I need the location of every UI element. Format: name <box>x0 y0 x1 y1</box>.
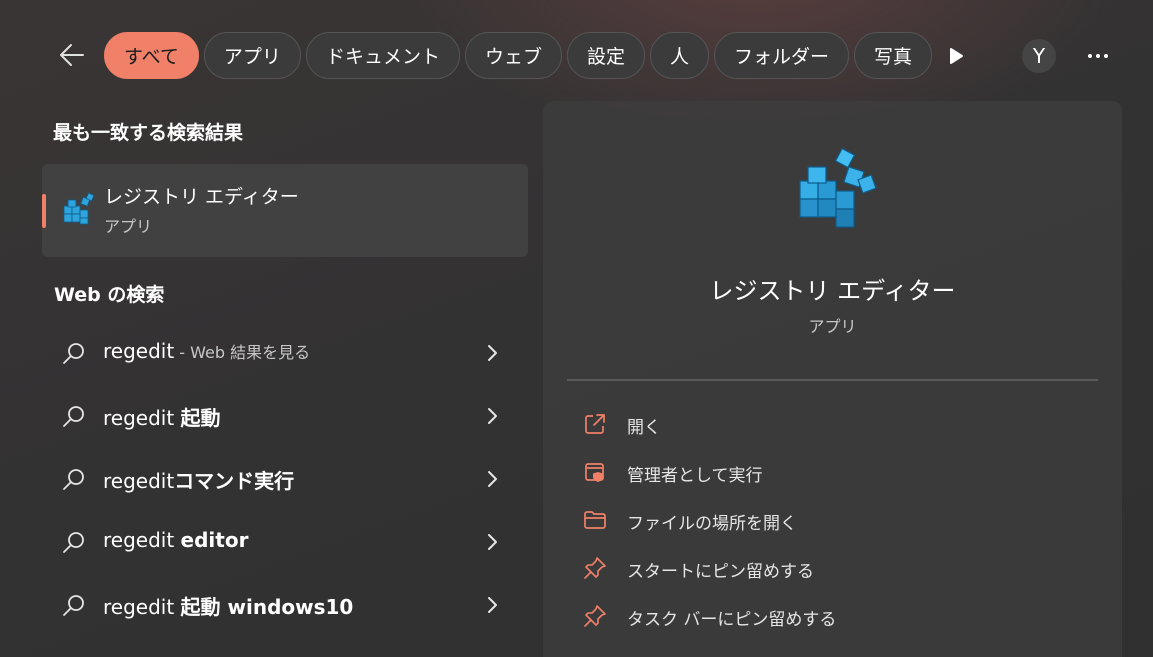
registry-editor-icon <box>799 147 877 228</box>
tab-all[interactable]: すべて <box>104 32 199 79</box>
web-search-text: regedit 起動 windows10 <box>103 591 353 620</box>
query-text: regedit <box>103 595 181 619</box>
run-as-admin-icon <box>585 463 604 482</box>
avatar[interactable]: Y <box>1022 39 1056 73</box>
top-bar: すべて アプリ ドキュメント ウェブ 設定 人 フォルダー 写真 Y <box>0 0 1153 100</box>
web-search-row[interactable]: regedit 起動 windows10 <box>42 577 528 633</box>
query-text: regedit <box>103 339 175 363</box>
web-search-row[interactable]: regedit - Web 結果を見る <box>42 325 528 381</box>
more-button[interactable] <box>1082 40 1114 72</box>
best-match-name: レジストリ エディター <box>104 186 299 208</box>
query-text: regedit <box>103 469 175 493</box>
action-label: 開く <box>627 418 661 438</box>
run-as-admin-action[interactable]: 管理者として実行 <box>579 454 1079 490</box>
search-icon <box>63 595 84 616</box>
tab-settings[interactable]: 設定 <box>566 32 645 79</box>
divider <box>567 379 1098 381</box>
pin-icon <box>584 557 606 579</box>
chevron-right-icon[interactable] <box>482 406 502 426</box>
arrow-left-icon <box>60 44 84 66</box>
tab-apps[interactable]: アプリ <box>203 32 301 79</box>
pin-icon <box>584 605 606 627</box>
play-icon <box>950 48 963 64</box>
tab-web[interactable]: ウェブ <box>464 32 562 79</box>
best-match-heading: 最も一致する検索結果 <box>53 122 244 144</box>
tab-folders[interactable]: フォルダー <box>714 32 850 79</box>
web-search-heading: Web の検索 <box>54 284 165 306</box>
back-button[interactable] <box>56 38 88 72</box>
pin-to-start-action[interactable]: スタートにピン留めする <box>579 550 1079 586</box>
search-icon <box>63 343 84 364</box>
folder-icon <box>584 511 606 529</box>
web-search-row[interactable]: regeditコマンド実行 <box>42 451 528 507</box>
more-icon <box>1088 54 1108 58</box>
search-icon <box>63 406 84 427</box>
tab-people[interactable]: 人 <box>649 32 709 79</box>
search-icon <box>63 532 84 553</box>
web-search-text: regedit editor <box>103 528 248 552</box>
web-search-text: regeditコマンド実行 <box>103 465 294 494</box>
pin-to-taskbar-action[interactable]: タスク バーにピン留めする <box>579 598 1079 634</box>
chevron-right-icon[interactable] <box>482 595 502 615</box>
detail-subtitle: アプリ <box>808 317 857 336</box>
tab-documents[interactable]: ドキュメント <box>305 32 460 79</box>
registry-editor-icon <box>63 192 95 225</box>
action-label: ファイルの場所を開く <box>627 514 797 534</box>
open-file-location-action[interactable]: ファイルの場所を開く <box>579 502 1079 538</box>
action-label: スタートにピン留めする <box>627 562 814 582</box>
web-search-text: regedit 起動 <box>103 402 221 431</box>
play-button[interactable] <box>940 40 972 72</box>
chevron-right-icon[interactable] <box>482 532 502 552</box>
search-icon <box>63 469 84 490</box>
tab-photos[interactable]: 写真 <box>854 32 933 79</box>
selection-indicator <box>42 194 46 228</box>
query-hint: - Web 結果を見る <box>174 343 311 362</box>
open-external-icon <box>585 414 605 434</box>
best-match-type: アプリ <box>104 217 153 236</box>
chevron-right-icon[interactable] <box>482 469 502 489</box>
query-suggestion: コマンド実行 <box>174 469 295 493</box>
detail-panel: レジストリ エディター アプリ 開く 管理者として実行 ファイルの場所を開く ス… <box>543 101 1122 657</box>
filter-tabs: すべて アプリ ドキュメント ウェブ 設定 人 フォルダー 写真 <box>104 32 933 79</box>
open-action[interactable]: 開く <box>579 406 1079 442</box>
web-search-text: regedit - Web 結果を見る <box>103 339 310 363</box>
chevron-right-icon[interactable] <box>482 343 502 363</box>
query-suggestion: 起動 <box>180 406 221 430</box>
query-text: regedit <box>103 528 181 552</box>
detail-title: レジストリ エディター <box>709 277 956 305</box>
action-label: 管理者として実行 <box>627 466 763 486</box>
best-match-item[interactable]: レジストリ エディター アプリ <box>42 164 528 257</box>
web-search-row[interactable]: regedit editor <box>42 514 528 570</box>
action-label: タスク バーにピン留めする <box>627 610 837 630</box>
query-text: regedit <box>103 406 181 430</box>
query-suggestion: 起動 windows10 <box>180 595 354 619</box>
query-suggestion: editor <box>180 528 249 552</box>
web-search-row[interactable]: regedit 起動 <box>42 388 528 444</box>
